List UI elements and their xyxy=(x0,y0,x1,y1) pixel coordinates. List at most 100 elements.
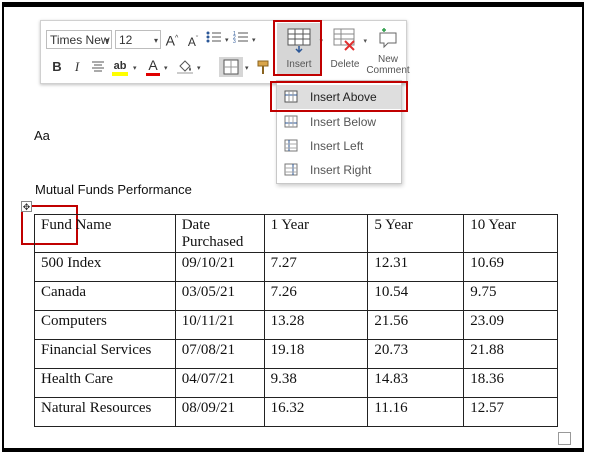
font-name-combo[interactable]: Times New ▾ xyxy=(46,30,112,49)
table-cell[interactable]: 13.28 xyxy=(263,310,369,340)
table-cell[interactable]: 14.83 xyxy=(367,368,465,398)
table-row: Financial Services 07/08/21 19.18 20.73 … xyxy=(34,339,558,369)
highlight-button[interactable]: ab xyxy=(111,56,129,76)
insert-above-callout xyxy=(270,81,408,112)
insert-column-right-icon xyxy=(284,163,298,176)
svg-text:3: 3 xyxy=(233,39,236,44)
new-comment-button[interactable]: New Comment xyxy=(363,23,413,76)
table-cell[interactable]: 23.09 xyxy=(463,310,558,340)
table-cell[interactable]: 11.16 xyxy=(367,397,465,427)
chevron-down-icon[interactable]: ▾ xyxy=(245,64,249,72)
align-center-icon xyxy=(92,61,104,72)
grow-font-button[interactable]: A^ xyxy=(165,30,179,49)
menu-item-insert-right[interactable]: Insert Right xyxy=(277,158,401,182)
menu-item-label: Insert Right xyxy=(310,163,372,177)
table-cell[interactable]: 03/05/21 xyxy=(174,281,265,311)
shrink-font-label: A xyxy=(187,35,196,49)
table-row: Natural Resources 08/09/21 16.32 11.16 1… xyxy=(34,397,558,427)
table-header-cell[interactable]: 1 Year xyxy=(263,214,369,253)
font-color-swatch xyxy=(146,73,160,76)
table-borders-icon xyxy=(223,59,239,75)
table-cell[interactable]: 20.73 xyxy=(367,339,465,369)
bold-button[interactable]: B xyxy=(51,58,63,76)
table-cell[interactable]: Financial Services xyxy=(34,339,176,369)
font-name-value: Times New xyxy=(50,33,110,47)
chevron-down-icon[interactable]: ▾ xyxy=(133,64,137,72)
chevron-down-icon[interactable]: ▾ xyxy=(197,64,201,72)
font-color-label: A xyxy=(148,57,158,73)
numbered-list-icon: 123 xyxy=(233,31,248,45)
table-cell[interactable]: 04/07/21 xyxy=(174,368,265,398)
menu-item-insert-left[interactable]: Insert Left xyxy=(277,134,401,158)
grow-font-label: A xyxy=(165,32,176,49)
chevron-down-icon[interactable]: ▾ xyxy=(252,36,256,44)
table-cell[interactable]: Canada xyxy=(34,281,176,311)
chevron-down-icon[interactable]: ▾ xyxy=(225,36,229,44)
delete-button[interactable]: ▾ Delete xyxy=(323,23,367,75)
table-cell[interactable]: 07/08/21 xyxy=(174,339,265,369)
insert-button-callout xyxy=(273,20,322,76)
table-cell[interactable]: Computers xyxy=(34,310,176,340)
bullet-list-icon xyxy=(206,31,221,43)
chevron-down-icon: ▾ xyxy=(104,36,109,45)
table-cell[interactable]: 18.36 xyxy=(463,368,558,398)
table-cell[interactable]: 10.54 xyxy=(367,281,465,311)
table-cell[interactable]: 12.57 xyxy=(463,397,558,427)
borders-button[interactable] xyxy=(219,57,243,77)
table-cell[interactable]: 21.56 xyxy=(367,310,465,340)
table-move-handle[interactable]: ✥ xyxy=(21,201,32,212)
delete-label: Delete xyxy=(330,59,360,70)
comment-icon xyxy=(379,28,397,49)
table-header-row: Fund Name Date Purchased 1 Year 5 Year 1… xyxy=(34,214,558,253)
italic-button[interactable]: I xyxy=(71,58,83,76)
insert-row-below-icon xyxy=(284,115,298,128)
table-cell[interactable]: 09/10/21 xyxy=(174,252,265,282)
table-row: 500 Index 09/10/21 7.27 12.31 10.69 xyxy=(34,252,558,282)
delete-table-icon xyxy=(333,28,355,51)
table-cell[interactable]: 7.27 xyxy=(263,252,369,282)
align-center-button[interactable] xyxy=(91,59,105,77)
font-color-button[interactable]: A xyxy=(145,56,161,76)
table-header-cell[interactable]: 5 Year xyxy=(367,214,465,253)
menu-item-label: Insert Below xyxy=(310,115,377,129)
shrink-font-button[interactable]: Aˇ xyxy=(186,31,200,49)
table-resize-handle[interactable] xyxy=(558,432,571,445)
font-size-combo[interactable]: 12 ▾ xyxy=(115,30,161,49)
table-cell[interactable]: Natural Resources xyxy=(34,397,176,427)
shading-button[interactable] xyxy=(176,58,194,76)
table-cell[interactable]: 9.38 xyxy=(263,368,369,398)
table-cell[interactable]: 9.75 xyxy=(463,281,558,311)
table-cell[interactable]: 16.32 xyxy=(263,397,369,427)
chevron-down-icon[interactable]: ▾ xyxy=(164,64,168,72)
table-row: Computers 10/11/21 13.28 21.56 23.09 xyxy=(34,310,558,340)
table-header-cell[interactable]: Fund Name xyxy=(34,214,176,253)
table-cell[interactable]: Health Care xyxy=(34,368,176,398)
style-preview-text: Aa xyxy=(34,128,50,143)
format-painter-button[interactable] xyxy=(255,59,271,77)
table-row: Health Care 04/07/21 9.38 14.83 18.36 xyxy=(34,368,558,398)
table-header-cell[interactable]: 10 Year xyxy=(463,214,558,253)
table-cell[interactable]: 10.69 xyxy=(463,252,558,282)
table-cell[interactable]: 7.26 xyxy=(263,281,369,311)
table-cell[interactable]: 500 Index xyxy=(34,252,176,282)
frame-top-border xyxy=(2,2,584,7)
numbering-button[interactable]: 123 xyxy=(233,30,249,48)
table-cell[interactable]: 21.88 xyxy=(463,339,558,369)
highlight-label: ab xyxy=(113,60,127,72)
bullets-button[interactable] xyxy=(206,30,222,48)
italic-label: I xyxy=(74,59,80,74)
menu-item-label: Insert Left xyxy=(310,139,364,153)
menu-item-insert-below[interactable]: Insert Below xyxy=(277,110,401,134)
table-cell[interactable]: 12.31 xyxy=(367,252,465,282)
table-row: Canada 03/05/21 7.26 10.54 9.75 xyxy=(34,281,558,311)
table-caption: Mutual Funds Performance xyxy=(35,182,192,197)
mini-toolbar: Times New ▾ 12 ▾ A^ Aˇ ▾ 123 ▾ B I ab ▾ … xyxy=(40,20,410,84)
table-header-cell[interactable]: Date Purchased xyxy=(174,214,265,253)
new-comment-label: New Comment xyxy=(366,54,410,76)
chevron-down-icon: ▾ xyxy=(153,36,158,45)
table-cell[interactable]: 19.18 xyxy=(263,339,369,369)
table-cell[interactable]: 08/09/21 xyxy=(174,397,265,427)
insert-column-left-icon xyxy=(284,139,298,152)
table-cell[interactable]: 10/11/21 xyxy=(174,310,265,340)
font-size-value: 12 xyxy=(119,33,133,47)
